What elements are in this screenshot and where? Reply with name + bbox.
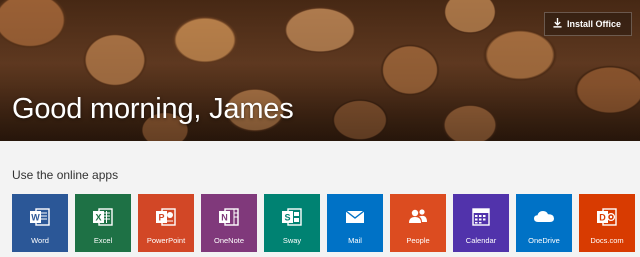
install-office-label: Install Office bbox=[566, 19, 621, 29]
download-icon bbox=[553, 18, 562, 30]
app-tile-mail[interactable]: Mail bbox=[327, 194, 383, 252]
app-tile-label: OneDrive bbox=[528, 236, 560, 245]
svg-text:P: P bbox=[158, 213, 164, 223]
section-title: Use the online apps bbox=[12, 168, 119, 182]
app-tile-excel[interactable]: X Excel bbox=[75, 194, 131, 252]
app-tile-people[interactable]: People bbox=[390, 194, 446, 252]
word-icon: W bbox=[29, 206, 51, 228]
app-tile-label: PowerPoint bbox=[146, 236, 186, 245]
app-tile-sway[interactable]: S Sway bbox=[264, 194, 320, 252]
hero-banner: Install Office Good morning, James bbox=[0, 0, 640, 141]
app-tile-label: OneNote bbox=[213, 236, 245, 245]
docs-icon: D bbox=[596, 206, 618, 228]
app-tile-calendar[interactable]: Calendar bbox=[453, 194, 509, 252]
calendar-icon bbox=[470, 206, 492, 228]
app-tile-label: Excel bbox=[93, 236, 113, 245]
app-tile-docs[interactable]: D Docs.com bbox=[579, 194, 635, 252]
greeting-heading: Good morning, James bbox=[12, 93, 294, 125]
powerpoint-icon: P bbox=[155, 206, 177, 228]
svg-text:N: N bbox=[221, 213, 228, 223]
onedrive-icon bbox=[533, 206, 555, 228]
app-tiles: W Word X Excel P PowerPoint N OneNote S bbox=[12, 194, 635, 252]
app-tile-label: Sway bbox=[282, 236, 302, 245]
app-tile-word[interactable]: W Word bbox=[12, 194, 68, 252]
sway-icon: S bbox=[281, 206, 303, 228]
app-tile-powerpoint[interactable]: P PowerPoint bbox=[138, 194, 194, 252]
svg-text:W: W bbox=[31, 213, 40, 223]
app-tile-label: Mail bbox=[348, 236, 362, 245]
app-tile-label: People bbox=[406, 236, 430, 245]
svg-text:S: S bbox=[284, 213, 290, 223]
mail-icon bbox=[344, 206, 366, 228]
app-tile-label: Calendar bbox=[465, 236, 497, 245]
people-icon bbox=[407, 206, 429, 228]
online-apps-section: Use the online apps W Word X Excel P Pow… bbox=[0, 141, 640, 257]
app-tile-label: Word bbox=[31, 236, 49, 245]
svg-text:X: X bbox=[95, 213, 101, 223]
app-tile-onedrive[interactable]: OneDrive bbox=[516, 194, 572, 252]
onenote-icon: N bbox=[218, 206, 240, 228]
svg-text:D: D bbox=[599, 213, 606, 223]
app-tile-label: Docs.com bbox=[590, 236, 624, 245]
app-tile-onenote[interactable]: N OneNote bbox=[201, 194, 257, 252]
excel-icon: X bbox=[92, 206, 114, 228]
install-office-button[interactable]: Install Office bbox=[543, 12, 632, 36]
